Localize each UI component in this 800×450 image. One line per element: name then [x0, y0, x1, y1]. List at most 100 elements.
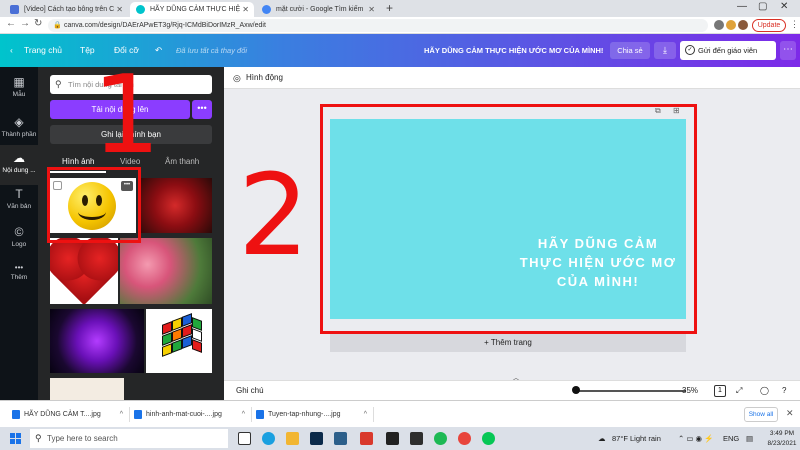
notes-button[interactable]: Ghi chú: [236, 381, 264, 401]
fullscreen-icon[interactable]: ⤢: [736, 385, 742, 396]
tab-images[interactable]: Hình ảnh: [62, 157, 94, 166]
check-circle-icon: ✓: [685, 45, 695, 55]
annotation-box-2: [320, 104, 697, 334]
language-indicator[interactable]: ENG: [723, 427, 739, 450]
thumbnail-rose-heart[interactable]: [50, 238, 118, 304]
rail-item-logo[interactable]: © Logo: [0, 219, 38, 259]
close-window-icon[interactable]: ✕: [780, 1, 788, 12]
file-explorer-icon[interactable]: [286, 432, 299, 445]
elements-icon: ◈: [14, 115, 24, 129]
media-app-icon[interactable]: [334, 432, 347, 445]
zoom-slider[interactable]: [576, 390, 686, 392]
address-bar[interactable]: 🔒 canva.com/design/DAErAPwET3g/Rjq-ICMdB…: [48, 19, 708, 32]
thumbnail-rubik-cube[interactable]: [146, 309, 212, 373]
back-arrow-icon[interactable]: ←: [6, 18, 16, 29]
chevron-up-icon[interactable]: ^: [120, 407, 123, 422]
show-all-downloads-button[interactable]: Show all: [744, 407, 778, 422]
line-app-icon[interactable]: [482, 432, 495, 445]
share-button[interactable]: Chia sẻ: [610, 42, 650, 59]
windows-start-icon[interactable]: [10, 433, 21, 444]
send-to-teacher-button[interactable]: ✓ Gửi đến giáo viên: [680, 41, 776, 60]
help-check-icon[interactable]: ◯: [760, 385, 769, 396]
profile-avatar-icon[interactable]: [738, 20, 748, 30]
extension-icon[interactable]: [714, 20, 724, 30]
puzzle-icon[interactable]: [726, 20, 736, 30]
rail-item-uploads[interactable]: ☁ Nội dung ...: [0, 145, 38, 185]
uploads-icon: ☁: [13, 151, 25, 165]
new-tab-button[interactable]: +: [386, 1, 393, 15]
rail-item-more[interactable]: ••• Thêm: [0, 257, 38, 297]
tab-close-icon[interactable]: ✕: [368, 2, 375, 17]
spotify-icon[interactable]: [434, 432, 447, 445]
tab-label: [Video] Cách tạo bông trên Canva: [24, 6, 114, 13]
download-filename: hinh-anh-mat-cuoi-....jpg: [146, 411, 222, 418]
notification-icon[interactable]: ▤: [746, 427, 753, 450]
download-item[interactable]: hinh-anh-mat-cuoi-....jpg ^: [134, 407, 252, 422]
app-icon[interactable]: [410, 432, 423, 445]
browser-tab-google[interactable]: mặt cười - Google Tìm kiếm ✕: [256, 2, 380, 17]
download-item[interactable]: Tuyen-tap-nhung-....jpg ^: [256, 407, 374, 422]
home-button[interactable]: Trang chủ: [24, 34, 62, 67]
thumbnail-pink-roses[interactable]: [120, 238, 212, 304]
minimize-icon[interactable]: —: [737, 1, 747, 12]
chevron-up-icon[interactable]: ^: [364, 407, 367, 422]
taskbar-search-input[interactable]: ⚲ Type here to search: [30, 429, 228, 448]
zoom-slider-handle[interactable]: [572, 386, 580, 394]
templates-icon: ▦: [13, 75, 25, 89]
chevron-up-icon[interactable]: ^: [242, 407, 245, 422]
download-icon[interactable]: ⤓: [654, 42, 676, 59]
zoom-level[interactable]: 35%: [682, 381, 698, 401]
downloads-bar: HÃY DŨNG CẢM T....jpg ^ hinh-anh-mat-cuo…: [0, 400, 800, 427]
annotation-number-1: 1: [92, 53, 161, 178]
audition-app-icon[interactable]: [310, 432, 323, 445]
chevron-left-icon[interactable]: ‹: [10, 34, 13, 67]
weather-icon[interactable]: ☁: [598, 427, 606, 450]
lock-icon: 🔒: [53, 22, 62, 29]
editor-footer: Ghi chú 35% 1 ⤢ ◯ ?: [224, 380, 800, 400]
send-label: Gửi đến giáo viên: [698, 46, 758, 55]
rail-item-label: Thành phần: [1, 131, 37, 138]
image-file-icon: [12, 410, 20, 419]
thumbnail-red-rose[interactable]: [138, 178, 212, 233]
rail-item-text[interactable]: T Văn bản: [0, 181, 38, 221]
page-count-badge[interactable]: 1: [714, 385, 726, 397]
thumbnail-purple-rose[interactable]: [50, 309, 144, 373]
upload-more-icon[interactable]: •••: [192, 100, 212, 119]
reload-icon[interactable]: ↻: [34, 18, 42, 29]
help-icon[interactable]: ?: [782, 385, 786, 396]
tab-audio[interactable]: Âm thanh: [165, 157, 199, 166]
wps-office-icon[interactable]: [360, 432, 373, 445]
app-icon[interactable]: [386, 432, 399, 445]
tab-close-icon[interactable]: ✕: [116, 2, 123, 17]
forward-arrow-icon[interactable]: →: [20, 18, 30, 29]
edge-browser-icon[interactable]: [262, 432, 275, 445]
browser-tab-video[interactable]: [Video] Cách tạo bông trên Canva ✕: [4, 2, 128, 17]
weather-status[interactable]: 87°F Light rain: [612, 427, 661, 450]
logo-icon: ©: [14, 225, 24, 239]
maximize-icon[interactable]: ▢: [758, 1, 767, 12]
browser-menu-icon[interactable]: ⋮: [790, 19, 799, 30]
close-downloads-icon[interactable]: ✕: [786, 408, 794, 419]
task-view-icon[interactable]: [238, 432, 251, 445]
add-page-button[interactable]: + Thêm trang: [330, 334, 686, 352]
browser-tab-design[interactable]: HÃY DŨNG CẢM THỰC HIỆN ƯỚC ✕: [130, 2, 254, 17]
rail-item-templates[interactable]: ▦ Mẫu: [0, 69, 38, 109]
heart-icon: [52, 242, 116, 304]
left-rail: ▦ Mẫu ◈ Thành phần ☁ Nội dung ... T Văn …: [0, 67, 38, 400]
update-button[interactable]: Update: [752, 19, 786, 32]
tab-close-icon[interactable]: ✕: [242, 2, 249, 17]
animate-button[interactable]: Hình động: [246, 73, 283, 82]
image-file-icon: [256, 410, 264, 419]
tab-label: mặt cười - Google Tìm kiếm: [276, 6, 364, 13]
thumbnail-tree[interactable]: [50, 378, 124, 400]
rail-item-elements[interactable]: ◈ Thành phần: [0, 109, 38, 149]
more-options-icon[interactable]: ⋯: [780, 41, 796, 60]
design-title[interactable]: HÃY DŨNG CẢM THỰC HIỆN ƯỚC MƠ CỦA MÌNH!: [424, 34, 603, 67]
tray-icons[interactable]: ⌃ ▭ ◉ ⚡: [678, 427, 714, 450]
editor-toolbar: ◎ Hình động: [224, 67, 800, 89]
download-item[interactable]: HÃY DŨNG CẢM T....jpg ^: [12, 407, 130, 422]
browser-toolbar: ← → ↻ 🔒 canva.com/design/DAErAPwET3g/Rjq…: [0, 17, 800, 34]
tab-favicon-icon: [262, 5, 271, 14]
system-clock[interactable]: 3:49 PM 8/23/2021: [766, 429, 798, 448]
chrome-browser-icon[interactable]: [458, 432, 471, 445]
